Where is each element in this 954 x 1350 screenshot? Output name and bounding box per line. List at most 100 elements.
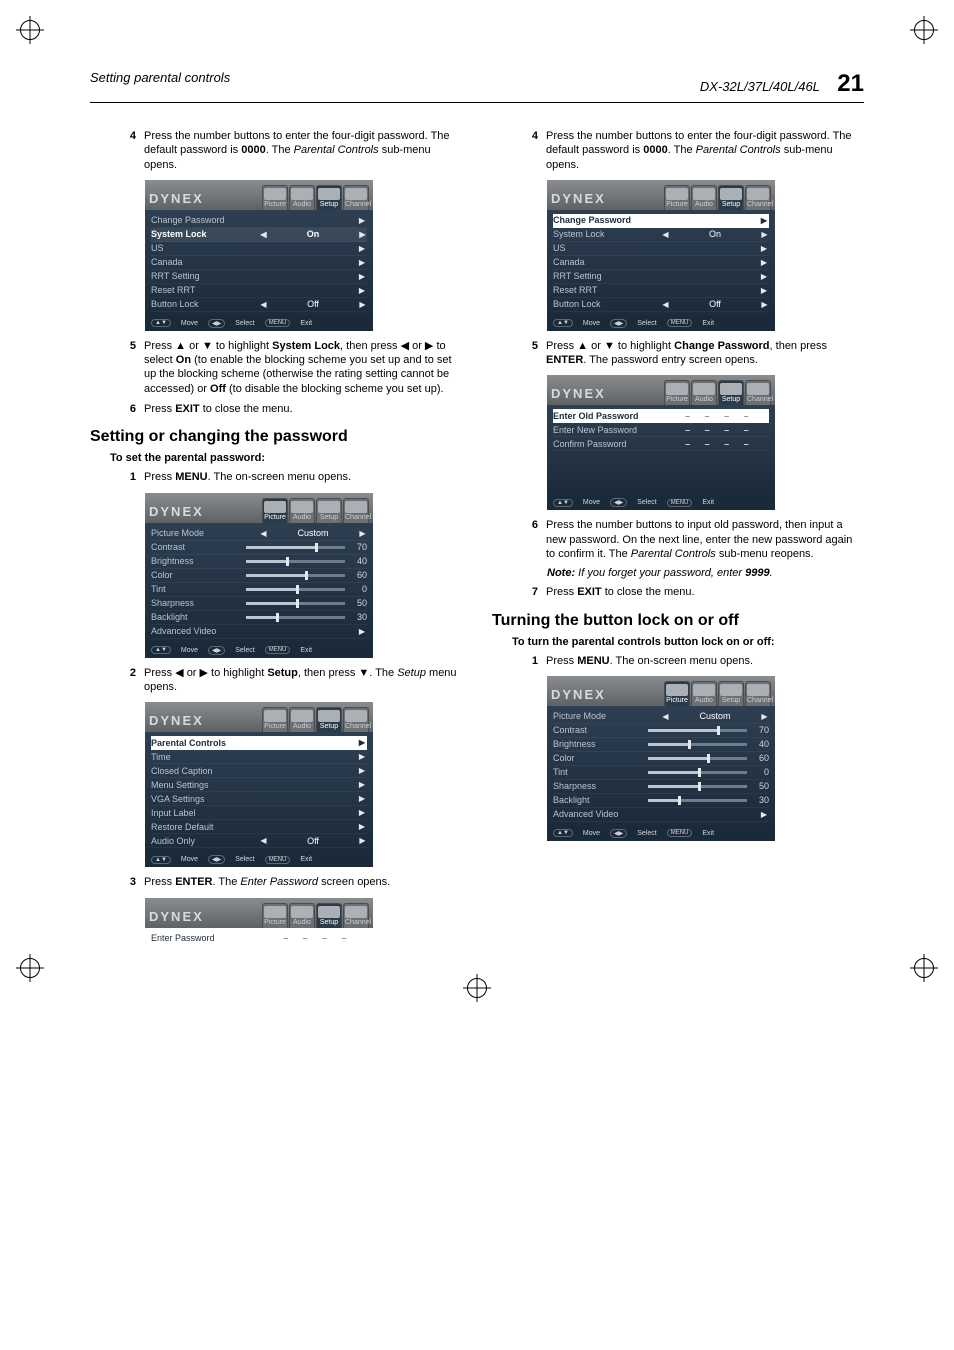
osd-footer: ▲▼Move ◀▶Select MENUExit xyxy=(547,316,775,331)
osd-row: Contrast70 xyxy=(553,724,769,738)
osd-row: Brightness40 xyxy=(151,555,367,569)
step-5: 5 Press ▲ or ▼ to highlight Change Passw… xyxy=(522,339,864,368)
osd-footer: ▲▼Move ◀▶Select MENUExit xyxy=(145,643,373,658)
osd-row: Restore Default▶ xyxy=(151,820,367,834)
osd-row: Input Label▶ xyxy=(151,806,367,820)
page-header: Setting parental controls DX-32L/37L/40L… xyxy=(90,70,864,103)
step-text: Press ◀ or ▶ to highlight Setup, then pr… xyxy=(144,666,462,695)
step-number: 1 xyxy=(120,470,136,484)
osd-row: Advanced Video▶ xyxy=(151,625,367,639)
step-text: Press the number buttons to enter the fo… xyxy=(546,129,864,172)
tab-audio: Audio xyxy=(289,707,315,732)
osd-row-selected: Change Password▶ xyxy=(553,214,769,228)
step-4: 4 Press the number buttons to enter the … xyxy=(120,129,462,172)
osd-picture-menu: DYNEX Picture Audio Setup Channel Pictur… xyxy=(145,493,373,658)
tab-setup: Setup xyxy=(316,185,342,210)
osd-row: Canada▶ xyxy=(553,256,769,270)
registration-mark xyxy=(914,958,934,978)
right-column: 4 Press the number buttons to enter the … xyxy=(492,123,864,958)
osd-row: Brightness40 xyxy=(553,738,769,752)
osd-parental-controls: DYNEX Picture Audio Setup Channel Change… xyxy=(145,180,373,331)
step-number: 4 xyxy=(522,129,538,172)
tab-setup: Setup xyxy=(316,498,342,523)
osd-row: Canada▶ xyxy=(151,256,367,270)
osd-row: VGA Settings▶ xyxy=(151,792,367,806)
osd-row: US▶ xyxy=(151,242,367,256)
tab-audio: Audio xyxy=(289,903,315,928)
tab-picture: Picture xyxy=(262,185,288,210)
step-number: 5 xyxy=(522,339,538,368)
osd-row: Color60 xyxy=(553,752,769,766)
step-number: 4 xyxy=(120,129,136,172)
tab-audio: Audio xyxy=(691,681,717,706)
osd-setup-menu: DYNEX Picture Audio Setup Channel Parent… xyxy=(145,702,373,867)
step-4: 4 Press the number buttons to enter the … xyxy=(522,129,864,172)
osd-parental-controls: DYNEX Picture Audio Setup Channel Change… xyxy=(547,180,775,331)
page-number: 21 xyxy=(837,70,864,97)
osd-row: System Lock◀On▶ xyxy=(553,228,769,242)
note: Note: If you forget your password, enter… xyxy=(547,567,864,579)
tab-channel: Channel xyxy=(745,380,771,405)
step-text: Press ENTER. The Enter Password screen o… xyxy=(144,875,462,889)
tab-audio: Audio xyxy=(691,380,717,405)
osd-footer: ▲▼Move ◀▶Select MENUExit xyxy=(547,826,775,841)
osd-enter-password: DYNEX Picture Audio Setup Channel Enter … xyxy=(145,898,373,950)
osd-row: Change Password▶ xyxy=(151,214,367,228)
two-column-layout: 4 Press the number buttons to enter the … xyxy=(90,123,864,958)
osd-row: Color60 xyxy=(151,569,367,583)
osd-row: Backlight30 xyxy=(553,794,769,808)
step-text: Press EXIT to close the menu. xyxy=(144,402,462,416)
step-text: Press the number buttons to input old pa… xyxy=(546,518,864,561)
osd-row: Tint0 xyxy=(553,766,769,780)
tab-picture: Picture xyxy=(262,498,288,523)
osd-brand: DYNEX xyxy=(551,687,606,706)
section-heading: Setting or changing the password xyxy=(90,428,462,446)
tab-picture: Picture xyxy=(664,380,690,405)
tab-setup: Setup xyxy=(718,380,744,405)
step-number: 7 xyxy=(522,585,538,599)
header-model: DX-32L/37L/40L/46L xyxy=(700,79,820,94)
osd-footer: ▲▼Move ◀▶Select MENUExit xyxy=(145,852,373,867)
tab-setup: Setup xyxy=(316,903,342,928)
osd-footer: ▲▼Move ◀▶Select MENUExit xyxy=(145,316,373,331)
procedure-subhead: To turn the parental controls button loc… xyxy=(512,636,864,648)
step-1: 1 Press MENU. The on-screen menu opens. xyxy=(120,470,462,484)
step-text: Press MENU. The on-screen menu opens. xyxy=(546,654,864,668)
step-number: 6 xyxy=(522,518,538,561)
step-number: 6 xyxy=(120,402,136,416)
osd-row: Enter New Password– – – – xyxy=(553,423,769,437)
tab-setup: Setup xyxy=(316,707,342,732)
osd-row-selected: Parental Controls▶ xyxy=(151,736,367,750)
osd-row: Button Lock◀Off▶ xyxy=(553,298,769,312)
osd-row: Enter Password– – – – xyxy=(151,932,367,946)
osd-row: Audio Only◀Off▶ xyxy=(151,834,367,848)
osd-row: Sharpness50 xyxy=(151,597,367,611)
tab-picture: Picture xyxy=(262,707,288,732)
section-heading: Turning the button lock on or off xyxy=(492,612,864,630)
left-column: 4 Press the number buttons to enter the … xyxy=(90,123,462,958)
registration-mark xyxy=(914,20,934,40)
osd-picture-menu: DYNEX Picture Audio Setup Channel Pictur… xyxy=(547,676,775,841)
tab-audio: Audio xyxy=(691,185,717,210)
step-number: 3 xyxy=(120,875,136,889)
step-number: 1 xyxy=(522,654,538,668)
tab-channel: Channel xyxy=(343,707,369,732)
osd-row: Reset RRT▶ xyxy=(151,284,367,298)
step-1: 1 Press MENU. The on-screen menu opens. xyxy=(522,654,864,668)
step-6: 6 Press EXIT to close the menu. xyxy=(120,402,462,416)
tab-audio: Audio xyxy=(289,498,315,523)
osd-footer: ▲▼Move ◀▶Select MENUExit xyxy=(547,495,775,510)
step-6: 6 Press the number buttons to input old … xyxy=(522,518,864,561)
step-text: Press ▲ or ▼ to highlight System Lock, t… xyxy=(144,339,462,396)
header-section-title: Setting parental controls xyxy=(90,70,230,98)
osd-change-password: DYNEX Picture Audio Setup Channel Enter … xyxy=(547,375,775,510)
osd-brand: DYNEX xyxy=(149,504,204,523)
step-3: 3 Press ENTER. The Enter Password screen… xyxy=(120,875,462,889)
osd-row: US▶ xyxy=(553,242,769,256)
tab-channel: Channel xyxy=(745,681,771,706)
osd-brand: DYNEX xyxy=(149,191,204,210)
tab-audio: Audio xyxy=(289,185,315,210)
osd-row: Button Lock◀Off▶ xyxy=(151,298,367,312)
osd-row: Backlight30 xyxy=(151,611,367,625)
tab-picture: Picture xyxy=(262,903,288,928)
